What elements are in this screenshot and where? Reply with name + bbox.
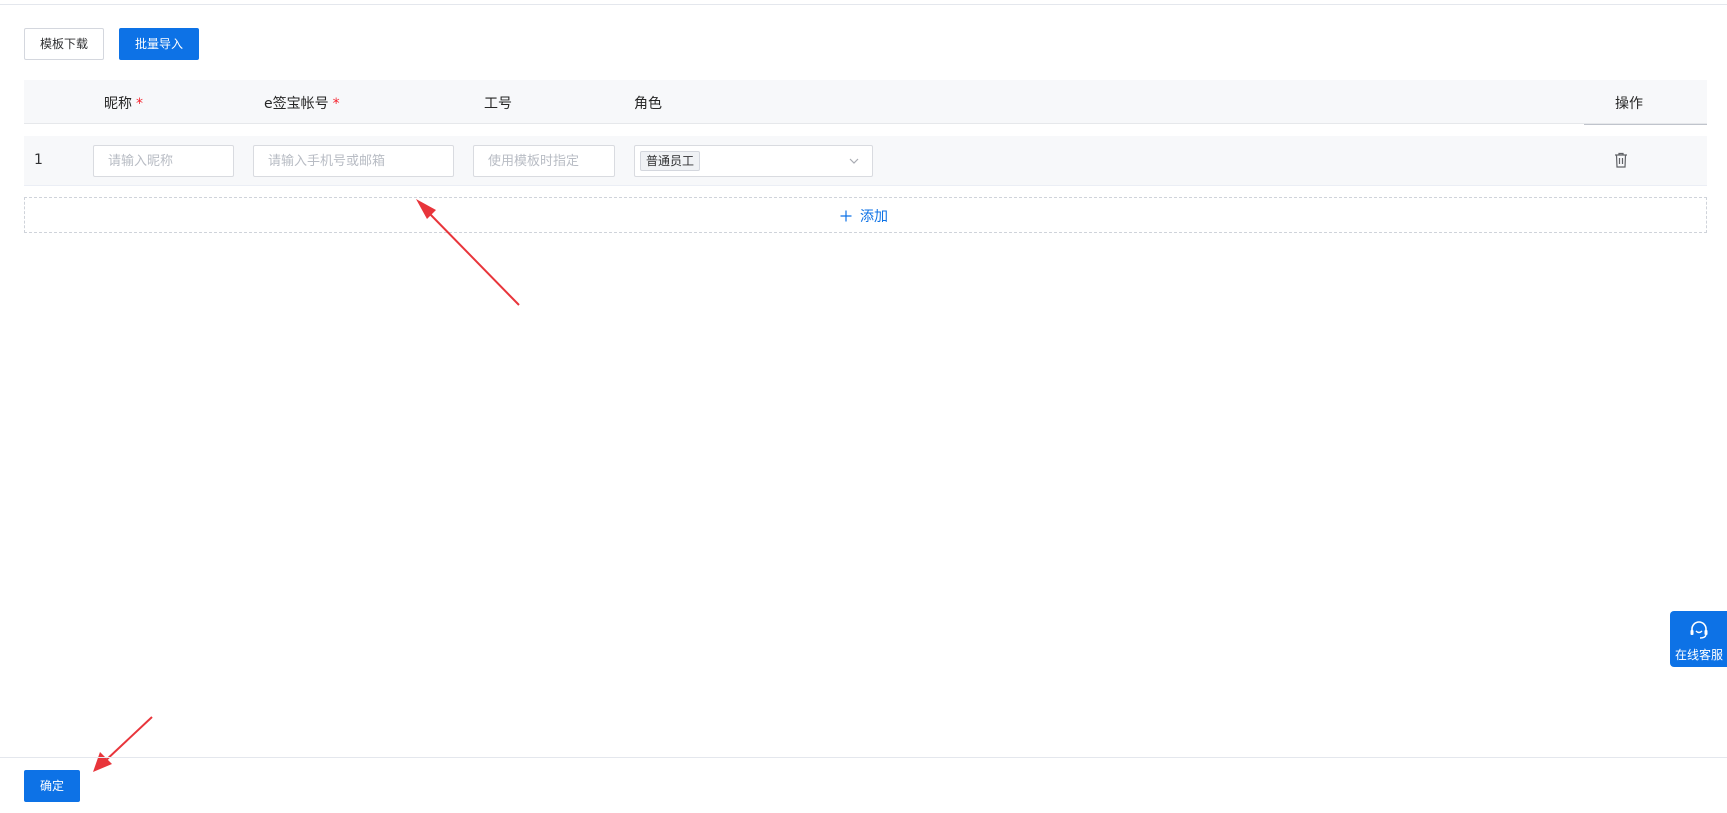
footer-divider [0,757,1727,758]
online-service-label: 在线客服 [1675,648,1724,662]
confirm-button[interactable]: 确定 [24,770,80,802]
annotation-arrows [93,199,520,772]
online-service-widget[interactable]: 在线客服 [1670,611,1727,667]
annotation-arrow-confirm [93,716,153,772]
annotation-arrow-account [416,199,520,306]
headset-icon [1690,621,1708,639]
